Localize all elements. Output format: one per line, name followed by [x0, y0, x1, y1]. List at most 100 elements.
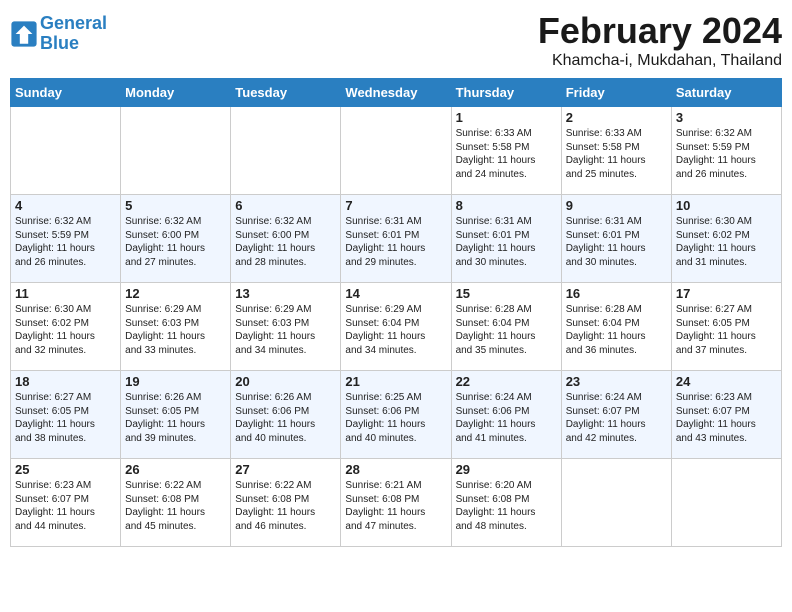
day-number: 26 [125, 462, 226, 477]
calendar-cell: 16 Sunrise: 6:28 AM Sunset: 6:04 PM Dayli… [561, 283, 671, 371]
day-number: 11 [15, 286, 116, 301]
day-info: Sunrise: 6:30 AM Sunset: 6:02 PM Dayligh… [15, 303, 116, 357]
calendar-table: SundayMondayTuesdayWednesdayThursdayFrid… [10, 78, 782, 547]
calendar-cell: 21 Sunrise: 6:25 AM Sunset: 6:06 PM Dayli… [341, 371, 451, 459]
day-number: 2 [566, 110, 667, 125]
day-number: 27 [235, 462, 336, 477]
calendar-cell: 2 Sunrise: 6:33 AM Sunset: 5:58 PM Daylig… [561, 107, 671, 195]
calendar-cell: 3 Sunrise: 6:32 AM Sunset: 5:59 PM Daylig… [671, 107, 781, 195]
day-info: Sunrise: 6:28 AM Sunset: 6:04 PM Dayligh… [456, 303, 557, 357]
day-number: 25 [15, 462, 116, 477]
day-number: 15 [456, 286, 557, 301]
week-row-2: 4 Sunrise: 6:32 AM Sunset: 5:59 PM Daylig… [11, 195, 782, 283]
calendar-cell: 28 Sunrise: 6:21 AM Sunset: 6:08 PM Dayli… [341, 459, 451, 547]
day-info: Sunrise: 6:31 AM Sunset: 6:01 PM Dayligh… [456, 215, 557, 269]
weekday-monday: Monday [121, 79, 231, 107]
calendar-cell: 14 Sunrise: 6:29 AM Sunset: 6:04 PM Dayli… [341, 283, 451, 371]
location-title: Khamcha-i, Mukdahan, Thailand [538, 52, 782, 70]
day-info: Sunrise: 6:33 AM Sunset: 5:58 PM Dayligh… [566, 127, 667, 181]
day-info: Sunrise: 6:28 AM Sunset: 6:04 PM Dayligh… [566, 303, 667, 357]
weekday-wednesday: Wednesday [341, 79, 451, 107]
day-info: Sunrise: 6:25 AM Sunset: 6:06 PM Dayligh… [345, 391, 446, 445]
day-number: 19 [125, 374, 226, 389]
day-info: Sunrise: 6:27 AM Sunset: 6:05 PM Dayligh… [676, 303, 777, 357]
calendar-cell [121, 107, 231, 195]
day-info: Sunrise: 6:24 AM Sunset: 6:06 PM Dayligh… [456, 391, 557, 445]
day-info: Sunrise: 6:32 AM Sunset: 6:00 PM Dayligh… [125, 215, 226, 269]
calendar-cell: 10 Sunrise: 6:30 AM Sunset: 6:02 PM Dayli… [671, 195, 781, 283]
day-info: Sunrise: 6:31 AM Sunset: 6:01 PM Dayligh… [566, 215, 667, 269]
calendar-cell: 17 Sunrise: 6:27 AM Sunset: 6:05 PM Dayli… [671, 283, 781, 371]
week-row-4: 18 Sunrise: 6:27 AM Sunset: 6:05 PM Dayli… [11, 371, 782, 459]
title-block: February 2024 Khamcha-i, Mukdahan, Thail… [538, 10, 782, 70]
calendar-cell: 15 Sunrise: 6:28 AM Sunset: 6:04 PM Dayli… [451, 283, 561, 371]
day-number: 22 [456, 374, 557, 389]
day-info: Sunrise: 6:32 AM Sunset: 5:59 PM Dayligh… [676, 127, 777, 181]
calendar-cell: 9 Sunrise: 6:31 AM Sunset: 6:01 PM Daylig… [561, 195, 671, 283]
calendar-cell: 22 Sunrise: 6:24 AM Sunset: 6:06 PM Dayli… [451, 371, 561, 459]
day-number: 1 [456, 110, 557, 125]
day-number: 13 [235, 286, 336, 301]
calendar-cell: 8 Sunrise: 6:31 AM Sunset: 6:01 PM Daylig… [451, 195, 561, 283]
calendar-cell: 27Sunrise: 6:22 AM Sunset: 6:08 PM Dayli… [231, 459, 341, 547]
day-info: Sunrise: 6:32 AM Sunset: 5:59 PM Dayligh… [15, 215, 116, 269]
day-number: 9 [566, 198, 667, 213]
day-number: 23 [566, 374, 667, 389]
logo-icon [10, 20, 38, 48]
calendar-cell: 11 Sunrise: 6:30 AM Sunset: 6:02 PM Dayli… [11, 283, 121, 371]
day-info: Sunrise: 6:29 AM Sunset: 6:03 PM Dayligh… [125, 303, 226, 357]
day-number: 8 [456, 198, 557, 213]
day-info: Sunrise: 6:20 AM Sunset: 6:08 PM Dayligh… [456, 479, 557, 533]
week-row-3: 11 Sunrise: 6:30 AM Sunset: 6:02 PM Dayli… [11, 283, 782, 371]
day-info: Sunrise: 6:27 AM Sunset: 6:05 PM Dayligh… [15, 391, 116, 445]
weekday-friday: Friday [561, 79, 671, 107]
day-number: 16 [566, 286, 667, 301]
day-info: Sunrise: 6:26 AM Sunset: 6:05 PM Dayligh… [125, 391, 226, 445]
calendar-cell [671, 459, 781, 547]
day-number: 24 [676, 374, 777, 389]
calendar-cell: 23 Sunrise: 6:24 AM Sunset: 6:07 PM Dayli… [561, 371, 671, 459]
day-number: 28 [345, 462, 446, 477]
calendar-cell: 26Sunrise: 6:22 AM Sunset: 6:08 PM Dayli… [121, 459, 231, 547]
day-info: Sunrise: 6:33 AM Sunset: 5:58 PM Dayligh… [456, 127, 557, 181]
day-number: 5 [125, 198, 226, 213]
page-header: General Blue February 2024 Khamcha-i, Mu… [10, 10, 782, 70]
day-number: 14 [345, 286, 446, 301]
calendar-cell: 1 Sunrise: 6:33 AM Sunset: 5:58 PM Daylig… [451, 107, 561, 195]
weekday-header-row: SundayMondayTuesdayWednesdayThursdayFrid… [11, 79, 782, 107]
calendar-cell: 12 Sunrise: 6:29 AM Sunset: 6:03 PM Dayli… [121, 283, 231, 371]
calendar-cell: 18 Sunrise: 6:27 AM Sunset: 6:05 PM Dayli… [11, 371, 121, 459]
day-number: 4 [15, 198, 116, 213]
day-number: 12 [125, 286, 226, 301]
day-number: 10 [676, 198, 777, 213]
week-row-1: 1 Sunrise: 6:33 AM Sunset: 5:58 PM Daylig… [11, 107, 782, 195]
day-info: Sunrise: 6:30 AM Sunset: 6:02 PM Dayligh… [676, 215, 777, 269]
calendar-cell [11, 107, 121, 195]
day-info: Sunrise: 6:26 AM Sunset: 6:06 PM Dayligh… [235, 391, 336, 445]
day-number: 29 [456, 462, 557, 477]
calendar-cell [231, 107, 341, 195]
weekday-saturday: Saturday [671, 79, 781, 107]
day-info: Sunrise: 6:31 AM Sunset: 6:01 PM Dayligh… [345, 215, 446, 269]
day-info: Sunrise: 6:32 AM Sunset: 6:00 PM Dayligh… [235, 215, 336, 269]
weekday-thursday: Thursday [451, 79, 561, 107]
calendar-cell [341, 107, 451, 195]
day-number: 7 [345, 198, 446, 213]
day-info: Sunrise: 6:23 AM Sunset: 6:07 PM Dayligh… [676, 391, 777, 445]
calendar-cell: 19 Sunrise: 6:26 AM Sunset: 6:05 PM Dayli… [121, 371, 231, 459]
weekday-sunday: Sunday [11, 79, 121, 107]
day-number: 18 [15, 374, 116, 389]
calendar-cell: 6 Sunrise: 6:32 AM Sunset: 6:00 PM Daylig… [231, 195, 341, 283]
calendar-cell: 5 Sunrise: 6:32 AM Sunset: 6:00 PM Daylig… [121, 195, 231, 283]
logo: General Blue [10, 14, 107, 54]
calendar-cell: 7 Sunrise: 6:31 AM Sunset: 6:01 PM Daylig… [341, 195, 451, 283]
day-info: Sunrise: 6:21 AM Sunset: 6:08 PM Dayligh… [345, 479, 446, 533]
day-number: 3 [676, 110, 777, 125]
day-info: Sunrise: 6:29 AM Sunset: 6:03 PM Dayligh… [235, 303, 336, 357]
weekday-tuesday: Tuesday [231, 79, 341, 107]
day-info: Sunrise: 6:29 AM Sunset: 6:04 PM Dayligh… [345, 303, 446, 357]
day-info: Sunrise: 6:24 AM Sunset: 6:07 PM Dayligh… [566, 391, 667, 445]
day-number: 21 [345, 374, 446, 389]
day-number: 6 [235, 198, 336, 213]
day-number: 17 [676, 286, 777, 301]
